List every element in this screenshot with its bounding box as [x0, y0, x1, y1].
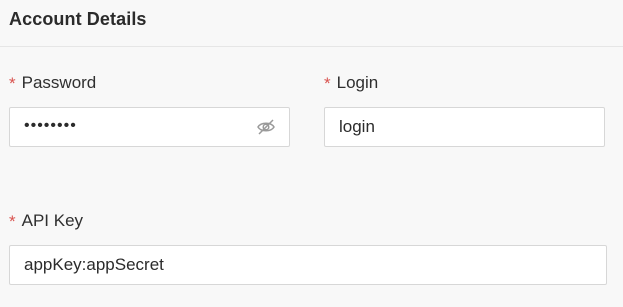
api-key-field[interactable]: appKey:appSecret: [9, 245, 607, 285]
api-key-label-text: API Key: [21, 211, 84, 230]
login-value: login: [339, 117, 375, 136]
api-key-label: * API Key: [9, 211, 83, 231]
login-field[interactable]: login: [324, 107, 605, 147]
eye-slash-icon[interactable]: [255, 116, 277, 138]
login-label-text: Login: [336, 73, 379, 92]
password-required-mark: *: [9, 74, 16, 93]
password-label: * Password: [9, 73, 96, 93]
password-label-text: Password: [21, 73, 97, 92]
password-field[interactable]: ••••••••: [9, 107, 290, 147]
api-key-value: appKey:appSecret: [24, 255, 164, 274]
login-label: * Login: [324, 73, 378, 93]
login-required-mark: *: [324, 74, 331, 93]
section-title: Account Details: [9, 9, 147, 29]
api-key-required-mark: *: [9, 212, 16, 231]
password-masked-value: ••••••••: [24, 117, 77, 134]
section-divider: [0, 46, 623, 47]
